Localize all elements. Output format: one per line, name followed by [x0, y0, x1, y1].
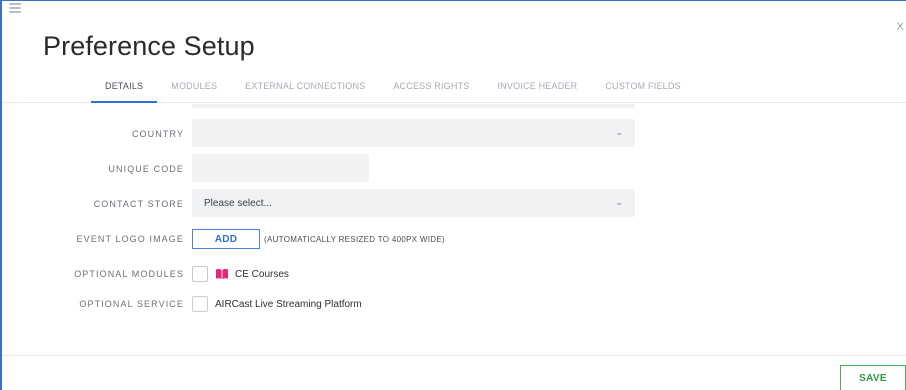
aircast-checkbox[interactable]: [192, 296, 208, 312]
country-row: COUNTRY ⌄: [2, 119, 906, 149]
optional-service-label: OPTIONAL SERVICE: [79, 299, 184, 309]
ce-courses-checkbox[interactable]: [192, 266, 208, 282]
tab-external-connections[interactable]: EXTERNAL CONNECTIONS: [231, 77, 379, 103]
unique-code-label: UNIQUE CODE: [108, 164, 184, 174]
tab-custom-fields[interactable]: CUSTOM FIELDS: [591, 77, 694, 103]
chevron-down-icon: ⌄: [615, 127, 623, 137]
page-header: X Preference Setup DETAILS MODULES EXTER…: [2, 1, 906, 103]
scrolled-field[interactable]: [192, 104, 635, 108]
event-logo-label: EVENT LOGO IMAGE: [76, 234, 184, 244]
chevron-down-icon: ⌄: [615, 197, 623, 207]
tab-modules[interactable]: MODULES: [157, 77, 231, 103]
page-title: Preference Setup: [43, 31, 255, 61]
contact-store-label: CONTACT STORE: [93, 199, 184, 209]
optional-modules-row: OPTIONAL MODULES CE Courses: [2, 266, 906, 282]
form-footer: SAVE: [2, 355, 906, 390]
tab-access-rights[interactable]: ACCESS RIGHTS: [379, 77, 483, 103]
tab-bar: DETAILS MODULES EXTERNAL CONNECTIONS ACC…: [91, 77, 695, 103]
unique-code-row: UNIQUE CODE: [2, 154, 906, 184]
country-label: COUNTRY: [131, 129, 184, 139]
tab-invoice-header[interactable]: INVOICE HEADER: [483, 77, 591, 103]
aircast-label: AIRCast Live Streaming Platform: [215, 298, 362, 310]
book-icon: [216, 269, 228, 279]
add-logo-button[interactable]: ADD: [192, 229, 260, 249]
close-icon[interactable]: X: [897, 21, 904, 33]
tab-details[interactable]: DETAILS: [91, 77, 158, 103]
details-form: COUNTRY ⌄ UNIQUE CODE CONTACT STORE Plea…: [2, 104, 906, 354]
optional-service-row: OPTIONAL SERVICE AIRCast Live Streaming …: [2, 296, 906, 312]
ce-courses-label: CE Courses: [235, 268, 289, 280]
country-select[interactable]: ⌄: [192, 119, 635, 147]
contact-store-row: CONTACT STORE Please select... ⌄: [2, 189, 906, 219]
contact-store-value: Please select...: [204, 197, 272, 209]
hamburger-menu-icon[interactable]: [9, 3, 21, 13]
unique-code-input[interactable]: [192, 154, 369, 182]
contact-store-select[interactable]: Please select... ⌄: [192, 189, 635, 217]
save-button[interactable]: SAVE: [840, 365, 906, 390]
preference-setup-window: X Preference Setup DETAILS MODULES EXTER…: [0, 0, 906, 390]
event-logo-row: EVENT LOGO IMAGE ADD (AUTOMATICALLY RESI…: [2, 228, 906, 250]
optional-modules-label: OPTIONAL MODULES: [74, 269, 184, 279]
logo-resize-hint: (AUTOMATICALLY RESIZED TO 400PX WIDE): [264, 234, 445, 244]
